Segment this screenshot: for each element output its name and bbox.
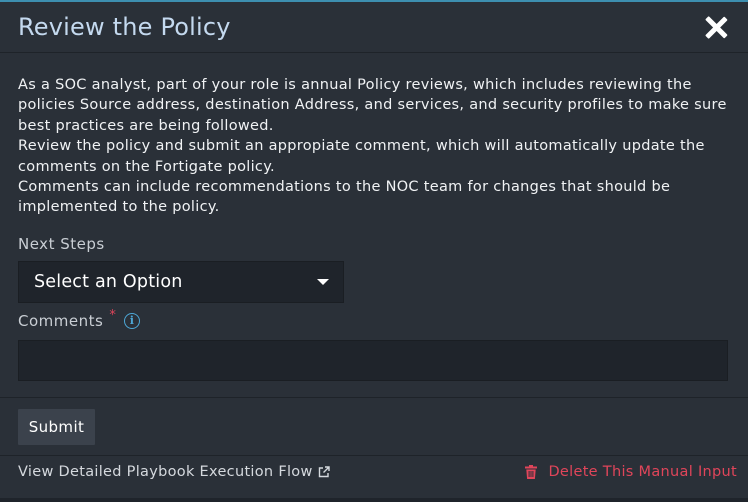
delete-label: Delete This Manual Input <box>548 464 737 480</box>
external-link-icon <box>318 466 330 478</box>
comments-label-row: Comments * i <box>18 308 730 330</box>
description: As a SOC analyst, part of your role is a… <box>18 75 730 218</box>
trash-icon <box>525 465 538 479</box>
description-paragraph-1: As a SOC analyst, part of your role is a… <box>18 77 727 134</box>
submit-button[interactable]: Submit <box>18 409 95 445</box>
playbook-link-label: View Detailed Playbook Execution Flow <box>18 464 313 480</box>
comments-input[interactable] <box>18 339 728 381</box>
info-icon[interactable]: i <box>123 312 140 329</box>
dialog-body: As a SOC analyst, part of your role is a… <box>0 53 748 381</box>
description-paragraph-3: Comments can include recommendations to … <box>18 179 671 216</box>
dialog-header: Review the Policy <box>0 2 748 53</box>
next-steps-value: Select an Option <box>34 271 183 292</box>
divider <box>0 455 748 456</box>
close-icon[interactable] <box>704 15 728 39</box>
review-policy-dialog: Review the Policy As a SOC analyst, part… <box>0 0 748 498</box>
description-paragraph-2: Review the policy and submit an appropia… <box>18 138 705 175</box>
required-indicator: * <box>109 308 116 324</box>
next-steps-label: Next Steps <box>18 234 105 253</box>
comments-label: Comments <box>18 311 104 330</box>
chevron-down-icon <box>317 278 329 285</box>
playbook-execution-link[interactable]: View Detailed Playbook Execution Flow <box>18 464 330 480</box>
dialog-title: Review the Policy <box>18 13 231 41</box>
next-steps-select[interactable]: Select an Option <box>18 260 344 303</box>
delete-manual-input-button[interactable]: Delete This Manual Input <box>525 464 737 480</box>
divider <box>0 397 748 398</box>
